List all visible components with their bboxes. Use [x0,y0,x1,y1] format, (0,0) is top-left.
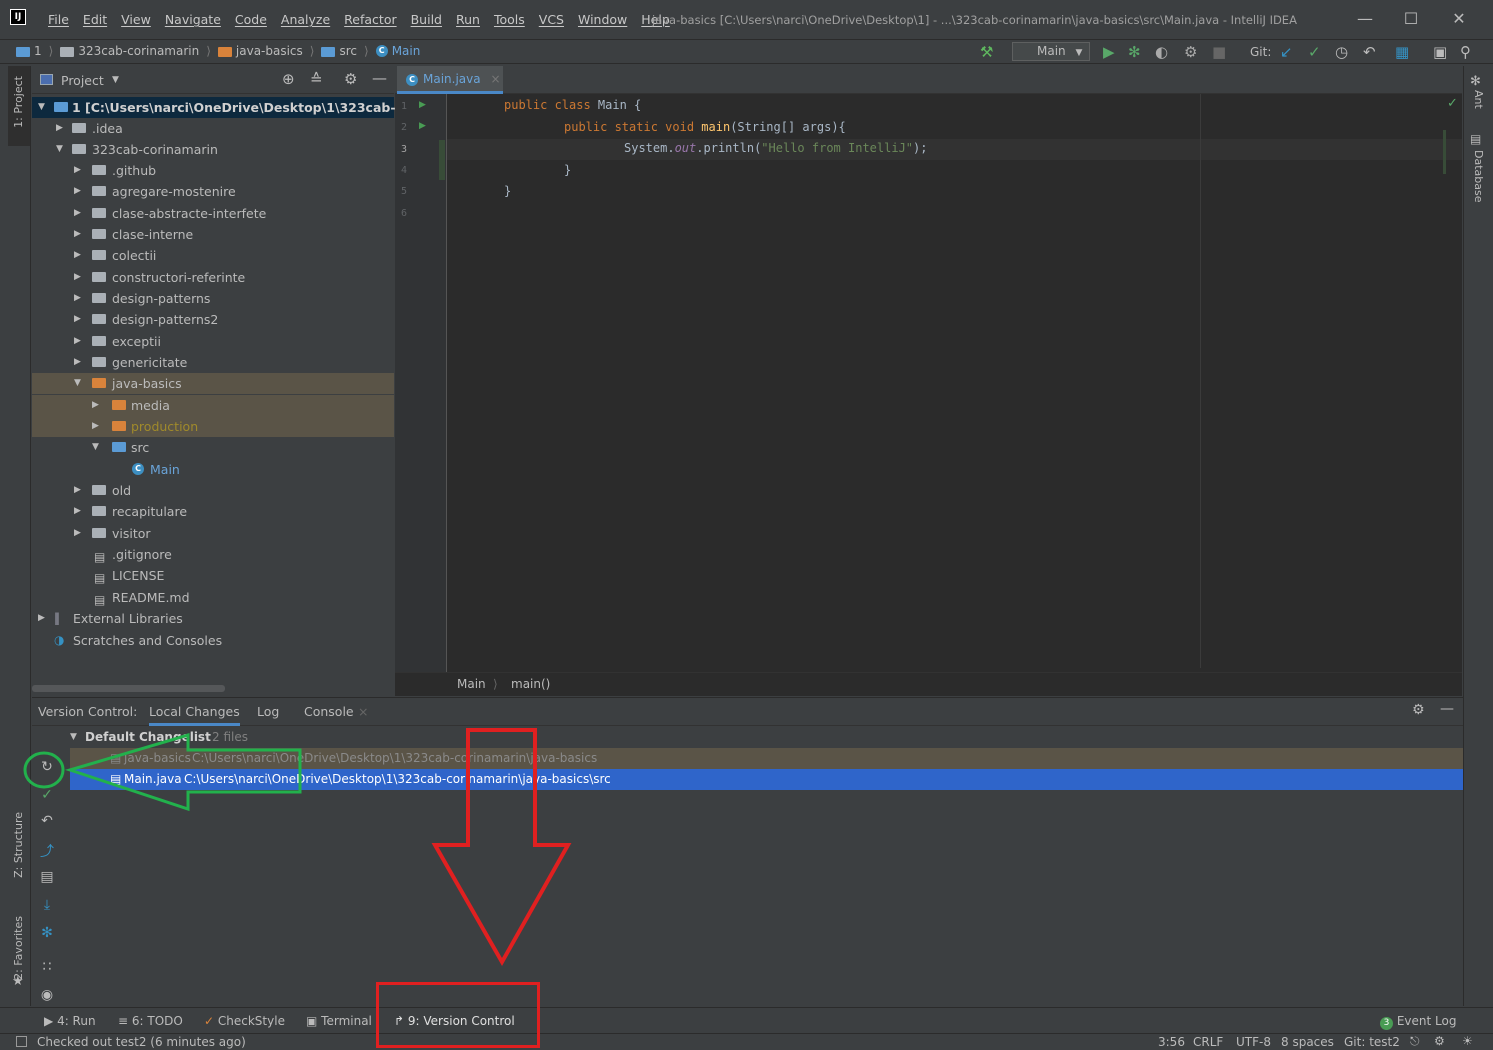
red-arrow-annotation [431,728,572,967]
green-circle-annotation [23,751,65,789]
red-box-annotation [376,982,540,1048]
green-arrow-annotation [64,732,302,812]
annotation-overlay [23,728,572,967]
